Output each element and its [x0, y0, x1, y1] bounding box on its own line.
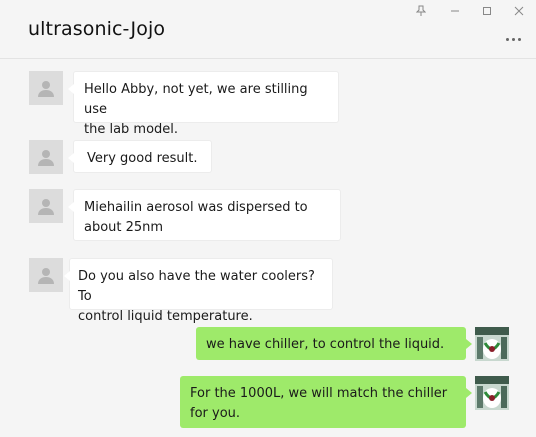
contact-avatar[interactable] — [29, 258, 63, 292]
my-avatar[interactable] — [475, 327, 509, 361]
maximize-icon[interactable] — [478, 4, 496, 18]
message-bubble[interactable]: Very good result. — [68, 140, 212, 173]
contact-avatar[interactable] — [29, 189, 63, 223]
message-bubble[interactable]: Miehailin aerosol was dispersed to about… — [68, 189, 341, 241]
my-avatar[interactable] — [475, 376, 509, 410]
message-bubble[interactable]: Do you also have the water coolers? To c… — [64, 258, 333, 324]
more-dots-icon[interactable] — [506, 34, 526, 44]
user-icon — [38, 81, 54, 97]
message-bubble[interactable]: Hello Abby, not yet, we are stilling use… — [68, 71, 339, 137]
message-bubble[interactable]: For the 1000L, we will match the chiller… — [180, 376, 472, 428]
contact-avatar[interactable] — [29, 71, 63, 105]
contact-avatar[interactable] — [29, 140, 63, 174]
chat-header: ultrasonic-Jojo — [0, 0, 536, 59]
message-bubble[interactable]: we have chiller, to control the liquid. — [196, 327, 472, 360]
user-icon — [38, 150, 54, 166]
chat-window: ultrasonic-Jojo Hello Abby, not yet, we … — [0, 0, 536, 437]
chat-title: ultrasonic-Jojo — [28, 18, 166, 40]
user-icon — [38, 199, 54, 215]
close-icon[interactable] — [510, 4, 528, 18]
user-icon — [38, 268, 54, 284]
minimize-icon[interactable] — [446, 4, 464, 18]
pin-icon[interactable] — [412, 4, 430, 18]
